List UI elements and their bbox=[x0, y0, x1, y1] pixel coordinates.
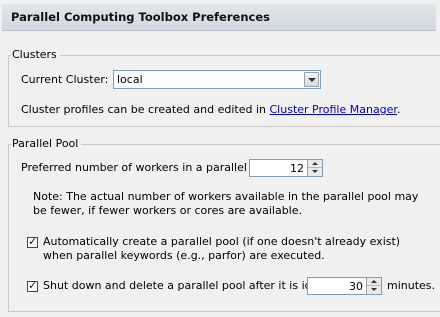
clusters-group-title: Clusters bbox=[11, 48, 60, 61]
page-title: Parallel Computing Toolbox Preferences bbox=[11, 10, 270, 24]
auto-create-checkbox[interactable]: ✓ bbox=[27, 235, 38, 248]
pool-note-text: Note: The actual number of workers avail… bbox=[33, 190, 419, 217]
shutdown-checkbox[interactable]: ✓ bbox=[27, 279, 38, 292]
parallel-pool-group: Parallel Pool Preferred number of worker… bbox=[8, 137, 440, 312]
current-cluster-value: local bbox=[117, 73, 143, 86]
parallel-pool-group-title: Parallel Pool bbox=[11, 137, 82, 150]
cluster-profile-manager-link[interactable]: Cluster Profile Manager bbox=[270, 103, 397, 116]
spinner-up-icon[interactable] bbox=[367, 278, 381, 286]
current-cluster-row: Current Cluster: local bbox=[21, 70, 321, 89]
shutdown-label: Shut down and delete a parallel pool aft… bbox=[43, 279, 341, 292]
shutdown-row: Shut down and delete a parallel pool aft… bbox=[43, 279, 340, 292]
spinner-buttons bbox=[366, 278, 381, 294]
preferred-workers-value: 12 bbox=[290, 162, 304, 175]
preferred-workers-row: Preferred number of workers in a paralle… bbox=[21, 161, 278, 174]
idle-minutes-value: 30 bbox=[349, 280, 363, 293]
minutes-label: minutes. bbox=[387, 279, 436, 292]
preferred-workers-spinner[interactable]: 12 bbox=[249, 159, 323, 177]
spinner-up-icon[interactable] bbox=[308, 160, 322, 168]
preferences-header: Parallel Computing Toolbox Preferences bbox=[2, 4, 436, 31]
checkmark-icon: ✓ bbox=[28, 235, 38, 248]
pool-note: Note: The actual number of workers avail… bbox=[33, 190, 433, 218]
minutes-row: minutes. bbox=[387, 279, 435, 292]
current-cluster-label: Current Cluster: bbox=[21, 73, 109, 86]
idle-minutes-spinner[interactable]: 30 bbox=[307, 277, 382, 295]
cluster-profiles-description: Cluster profiles can be created and edit… bbox=[21, 103, 270, 116]
clusters-group: Clusters Current Cluster: local Cluster … bbox=[8, 48, 440, 127]
checkmark-icon: ✓ bbox=[28, 279, 38, 292]
current-cluster-select[interactable]: local bbox=[113, 70, 321, 89]
preferred-workers-label: Preferred number of workers in a paralle… bbox=[21, 161, 278, 174]
spinner-down-icon[interactable] bbox=[308, 168, 322, 176]
chevron-down-icon[interactable] bbox=[304, 72, 319, 87]
auto-create-row: Automatically create a parallel pool (if… bbox=[43, 235, 433, 263]
cluster-profiles-text: Cluster profiles can be created and edit… bbox=[21, 103, 400, 116]
auto-create-label: Automatically create a parallel pool (if… bbox=[43, 235, 401, 262]
spinner-buttons bbox=[307, 160, 322, 176]
spinner-down-icon[interactable] bbox=[367, 286, 381, 294]
cluster-profiles-period: . bbox=[396, 103, 401, 116]
